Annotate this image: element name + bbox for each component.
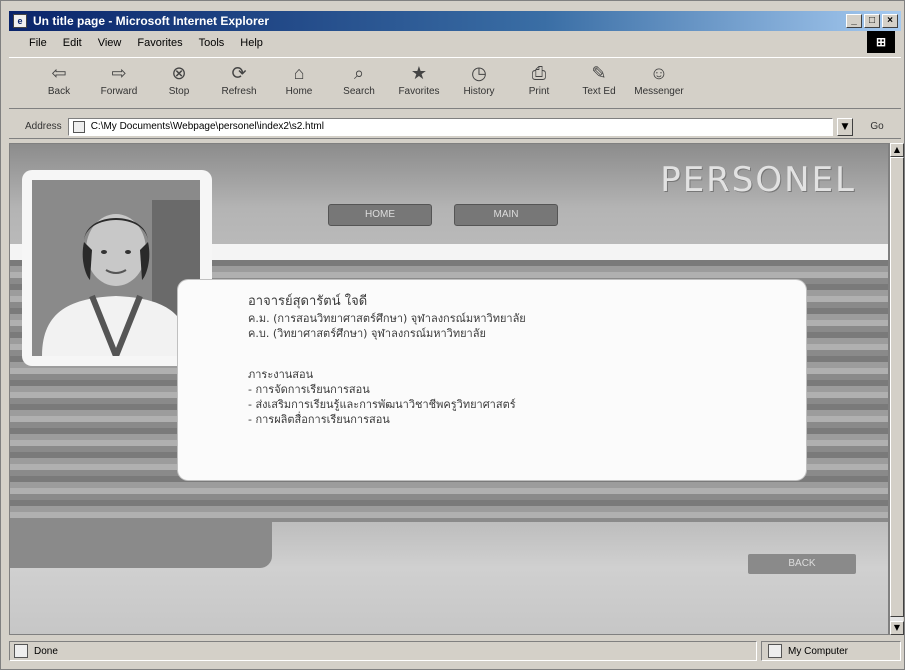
security-zone-panel: My Computer — [761, 641, 901, 661]
search-button[interactable]: ⌕ Search — [329, 58, 389, 106]
refresh-button[interactable]: ⟳ Refresh — [209, 58, 269, 106]
back-arrow-icon: ⇦ — [51, 63, 67, 83]
stop-button[interactable]: ⊗ Stop — [149, 58, 209, 106]
address-label: Address — [25, 121, 62, 132]
scroll-thumb[interactable] — [890, 157, 904, 617]
vertical-scrollbar[interactable]: ▲ ▼ — [889, 143, 904, 635]
menu-view[interactable]: View — [98, 37, 122, 49]
home-button[interactable]: ⌂ Home — [269, 58, 329, 106]
duty-item-1: - การจัดการเรียนการสอน — [248, 383, 370, 396]
browser-window: e Un title page - Microsoft Internet Exp… — [0, 0, 905, 670]
menu-file[interactable]: File — [29, 37, 47, 49]
stop-icon: ⊗ — [171, 63, 187, 83]
zone-text: My Computer — [788, 645, 849, 657]
windows-logo-icon: ⊞ — [867, 31, 895, 53]
duty-item-3: - การผลิตสื่อการเรียนการสอน — [248, 413, 390, 426]
forward-label: Forward — [100, 86, 138, 97]
star-icon: ★ — [410, 63, 428, 83]
history-icon: ◷ — [471, 63, 487, 83]
stop-label: Stop — [168, 86, 190, 97]
search-icon: ⌕ — [353, 63, 365, 83]
go-button[interactable]: Go — [853, 121, 901, 132]
nav-home-button[interactable]: HOME — [328, 204, 432, 226]
address-input[interactable]: C:\My Documents\Webpage\personel\index2\… — [67, 117, 833, 136]
menu-help[interactable]: Help — [240, 37, 263, 49]
favorites-label: Favorites — [398, 86, 440, 97]
computer-icon — [768, 644, 782, 658]
edit-label: Text Ed — [582, 86, 616, 97]
menu-tools[interactable]: Tools — [199, 37, 225, 49]
profile-text: อาจารย์สุดารัตน์ ใจดี ค.ม. (การสอนวิทยาศ… — [248, 294, 788, 427]
site-title: PERSONEL — [660, 160, 856, 200]
toolbar: ⇦ Back ⇨ Forward ⊗ Stop ⟳ Refresh ⌂ Home ⌕ Sea… — [9, 57, 901, 109]
profile-card: อาจารย์สุดารัตน์ ใจดี ค.ม. (การสอนวิทยาศ… — [178, 280, 806, 480]
home-icon: ⌂ — [293, 63, 305, 83]
messenger-icon: ☺ — [649, 63, 669, 83]
edit-icon: ✎ — [591, 63, 607, 83]
page-done-icon — [14, 644, 28, 658]
menu-bar: File Edit View Favorites Tools Help ⊞ — [9, 31, 901, 53]
duty-item-2: - ส่งเสริมการเรียนรู้และการพัฒนาวิชาชีพค… — [248, 398, 516, 411]
ie-page-icon: e — [13, 14, 27, 28]
address-value: C:\My Documents\Webpage\personel\index2\… — [90, 121, 324, 132]
close-button[interactable]: × — [882, 14, 898, 28]
refresh-label: Refresh — [221, 86, 257, 97]
back-label: Back — [47, 86, 71, 97]
footer-dark-panel — [10, 522, 272, 568]
address-dropdown-button[interactable]: ▼ — [837, 117, 853, 136]
page-viewport: PERSONEL HOME MAIN อาจารย์สุดารัตน์ ใจดี… — [9, 143, 889, 635]
refresh-icon: ⟳ — [231, 63, 247, 83]
print-button[interactable]: ⎙ Print — [509, 58, 569, 106]
messenger-label: Messenger — [634, 86, 684, 97]
printer-icon: ⎙ — [531, 63, 547, 83]
profile-name: อาจารย์สุดารัตน์ ใจดี — [248, 294, 368, 309]
home-label: Home — [285, 86, 313, 97]
back-button[interactable]: ⇦ Back — [29, 58, 89, 106]
forward-button[interactable]: ⇨ Forward — [89, 58, 149, 106]
status-text: Done — [34, 645, 58, 657]
title-bar: e Un title page - Microsoft Internet Exp… — [9, 11, 901, 31]
forward-arrow-icon: ⇨ — [111, 63, 127, 83]
address-bar: Address C:\My Documents\Webpage\personel… — [9, 115, 901, 139]
nav-main-button[interactable]: MAIN — [454, 204, 558, 226]
duties-heading: ภาระงานสอน — [248, 368, 314, 381]
history-button[interactable]: ◷ History — [449, 58, 509, 106]
profile-photo — [32, 180, 200, 356]
favorites-button[interactable]: ★ Favorites — [389, 58, 449, 106]
maximize-button[interactable]: □ — [864, 14, 880, 28]
page-icon — [72, 120, 85, 133]
scroll-up-arrow-icon[interactable]: ▲ — [890, 143, 904, 157]
search-label: Search — [343, 86, 375, 97]
history-label: History — [463, 86, 495, 97]
menu-favorites[interactable]: Favorites — [137, 37, 182, 49]
profile-degree-1: ค.ม. (การสอนวิทยาศาสตร์ศึกษา) จุฬาลงกรณ์… — [248, 312, 526, 325]
scroll-down-arrow-icon[interactable]: ▼ — [890, 621, 904, 635]
status-bar: Done My Computer — [9, 639, 901, 663]
edit-button[interactable]: ✎ Text Ed — [569, 58, 629, 106]
window-title: Un title page - Microsoft Internet Explo… — [33, 14, 270, 28]
minimize-button[interactable]: _ — [846, 14, 862, 28]
status-text-panel: Done — [9, 641, 757, 661]
print-label: Print — [528, 86, 550, 97]
profile-degree-2: ค.บ. (วิทยาศาสตร์ศึกษา) จุฬาลงกรณ์มหาวิท… — [248, 327, 486, 340]
back-link-button[interactable]: BACK — [748, 554, 856, 574]
messenger-button[interactable]: ☺ Messenger — [629, 58, 689, 106]
portrait-image — [32, 180, 200, 356]
menu-edit[interactable]: Edit — [63, 37, 82, 49]
